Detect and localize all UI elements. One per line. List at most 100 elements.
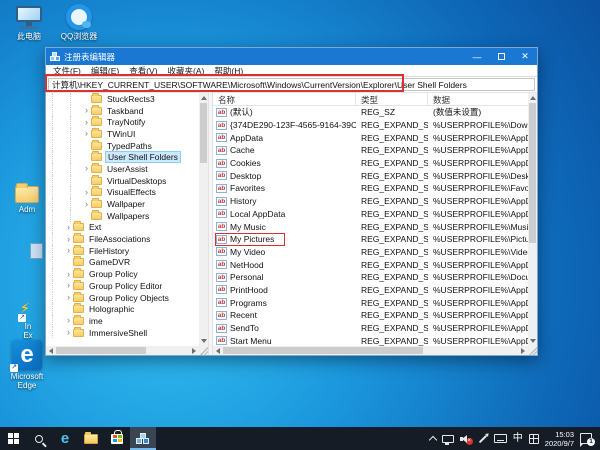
expand-chevron-icon[interactable]: › [64, 328, 73, 337]
title-bar[interactable]: 注册表编辑器 — ✕ [46, 48, 537, 65]
registry-value-row[interactable]: abFavoritesREG_EXPAND_SZ%USERPROFILE%\Fa… [213, 182, 528, 195]
scroll-left-icon[interactable] [49, 348, 53, 354]
tree-item[interactable]: ›Group Policy Editor [46, 280, 199, 292]
menu-item[interactable]: 编辑(E) [88, 65, 126, 77]
expand-chevron-icon[interactable]: › [64, 281, 73, 290]
values-vertical-scrollbar[interactable] [528, 93, 537, 346]
values-horizontal-scrollbar[interactable] [213, 346, 528, 355]
desktop-icon-this-pc[interactable]: 此电脑 [8, 6, 50, 41]
expand-chevron-icon[interactable]: › [82, 106, 91, 115]
taskbar-regedit-button[interactable] [130, 427, 156, 450]
tree-item[interactable]: ›ImmersiveShell [46, 327, 199, 339]
expand-chevron-icon[interactable]: › [64, 223, 73, 232]
scroll-left-icon[interactable] [216, 348, 220, 354]
tree-item[interactable]: Wallpapers [46, 210, 199, 222]
scroll-down-icon[interactable] [530, 339, 536, 343]
taskbar-store-button[interactable] [104, 427, 130, 450]
expand-chevron-icon[interactable]: › [82, 188, 91, 197]
network-display-icon[interactable] [442, 435, 454, 443]
registry-value-row[interactable]: abDesktopREG_EXPAND_SZ%USERPROFILE%\Desk… [213, 169, 528, 182]
tree-item[interactable]: User Shell Folders [46, 151, 199, 163]
expand-chevron-icon[interactable]: › [82, 200, 91, 209]
column-header-type[interactable]: 类型 [356, 93, 428, 105]
desktop-icon-shortcut[interactable]: ↗ In Ex [16, 300, 40, 340]
tree-item[interactable]: ›Group Policy Objects [46, 292, 199, 304]
registry-value-row[interactable]: abHistoryREG_EXPAND_SZ%USERPROFILE%\AppD… [213, 195, 528, 208]
scroll-up-icon[interactable] [530, 96, 536, 100]
ime-mode-indicator[interactable]: 中 [513, 434, 523, 444]
tree-item[interactable]: ›FileAssociations [46, 233, 199, 245]
tree-item[interactable]: StuckRects3 [46, 93, 199, 105]
tree-item[interactable]: ›UserAssist [46, 163, 199, 175]
minimize-button[interactable]: — [465, 48, 489, 65]
registry-value-row[interactable]: abPersonalREG_EXPAND_SZ%USERPROFILE%\Doc… [213, 271, 528, 284]
expand-chevron-icon[interactable]: › [82, 164, 91, 173]
tree-vertical-scrollbar[interactable] [199, 93, 208, 346]
registry-value-row[interactable]: abPrintHoodREG_EXPAND_SZ%USERPROFILE%\Ap… [213, 284, 528, 297]
registry-value-row[interactable]: abSendToREG_EXPAND_SZ%USERPROFILE%\AppDa [213, 322, 528, 335]
scrollbar-thumb[interactable] [200, 103, 207, 163]
expand-chevron-icon[interactable]: › [64, 246, 73, 255]
tree-item[interactable]: TypedPaths [46, 140, 199, 152]
registry-value-row[interactable]: abNetHoodREG_EXPAND_SZ%USERPROFILE%\AppD… [213, 258, 528, 271]
tree-item[interactable]: ›ime [46, 315, 199, 327]
taskbar-file-explorer-button[interactable] [78, 427, 104, 450]
registry-value-row[interactable]: abMy VideoREG_EXPAND_SZ%USERPROFILE%\Vid… [213, 246, 528, 259]
menu-item[interactable]: 查看(V) [126, 65, 164, 77]
close-button[interactable]: ✕ [513, 48, 537, 65]
address-input[interactable]: 计算机\HKEY_CURRENT_USER\SOFTWARE\Microsoft… [48, 78, 535, 91]
tree-item[interactable]: ›Taskband [46, 105, 199, 117]
touch-keyboard-icon[interactable] [494, 434, 507, 443]
desktop-icon-qq-browser[interactable]: QQ浏览器 [56, 4, 102, 41]
registry-value-row[interactable]: abLocal AppDataREG_EXPAND_SZ%USERPROFILE… [213, 208, 528, 221]
search-button[interactable] [26, 427, 52, 450]
expand-chevron-icon[interactable]: › [64, 293, 73, 302]
tree-item[interactable]: ›Ext [46, 222, 199, 234]
scroll-right-icon[interactable] [521, 348, 525, 354]
tree-horizontal-scrollbar[interactable] [46, 346, 199, 355]
tree-item[interactable]: ›Wallpaper [46, 198, 199, 210]
expand-chevron-icon[interactable]: › [64, 270, 73, 279]
registry-value-row[interactable]: ab{374DE290-123F-4565-9164-39C4925...REG… [213, 119, 528, 132]
menu-item[interactable]: 帮助(H) [211, 65, 250, 77]
hidden-icons-chevron-icon[interactable] [429, 436, 437, 444]
volume-muted-icon[interactable]: × [460, 434, 472, 444]
tree-item[interactable]: GameDVR [46, 257, 199, 269]
registry-value-row[interactable]: ab(默认)REG_SZ(数值未设置) [213, 106, 528, 119]
start-button[interactable] [0, 427, 26, 450]
ime-toolbar-icon[interactable] [529, 434, 539, 444]
expand-chevron-icon[interactable]: › [82, 118, 91, 127]
expand-chevron-icon[interactable]: › [64, 235, 73, 244]
registry-value-row[interactable]: abCookiesREG_EXPAND_SZ%USERPROFILE%\AppD… [213, 157, 528, 170]
menu-item[interactable]: 文件(F) [50, 65, 88, 77]
scrollbar-thumb[interactable] [56, 347, 146, 354]
tree-item[interactable]: ›TWinUI [46, 128, 199, 140]
column-header-name[interactable]: 名称 [213, 93, 356, 105]
expand-chevron-icon[interactable]: › [64, 316, 73, 325]
registry-value-row[interactable]: abMy MusicREG_EXPAND_SZ%USERPROFILE%\Mus… [213, 220, 528, 233]
taskbar-edge-button[interactable]: e [52, 427, 78, 450]
column-header-data[interactable]: 数据 [428, 93, 528, 105]
tree-item[interactable]: ›TrayNotify [46, 116, 199, 128]
scrollbar-thumb[interactable] [529, 103, 536, 243]
action-center-icon[interactable]: 1 [580, 433, 592, 444]
registry-value-row[interactable]: abProgramsREG_EXPAND_SZ%USERPROFILE%\App… [213, 296, 528, 309]
scroll-down-icon[interactable] [201, 339, 207, 343]
tree-item[interactable]: ›Group Policy [46, 268, 199, 280]
scroll-up-icon[interactable] [201, 96, 207, 100]
tree-item[interactable]: VirtualDesktops [46, 175, 199, 187]
scroll-right-icon[interactable] [192, 348, 196, 354]
registry-value-row[interactable]: abCacheREG_EXPAND_SZ%USERPROFILE%\AppDa [213, 144, 528, 157]
menu-item[interactable]: 收藏夹(A) [165, 65, 212, 77]
registry-value-row[interactable]: abAppDataREG_EXPAND_SZ%USERPROFILE%\AppD… [213, 131, 528, 144]
pen-input-icon[interactable] [479, 434, 487, 442]
tree-item[interactable]: ›FileHistory [46, 245, 199, 257]
tree-item[interactable]: Holographic [46, 303, 199, 315]
taskbar-clock[interactable]: 15:03 2020/9/7 [545, 430, 574, 448]
desktop-icon-user-folder[interactable]: Adm [10, 186, 44, 214]
scrollbar-thumb[interactable] [223, 347, 423, 354]
desktop-icon-microsoft-edge[interactable]: e↗ Microsoft Edge [4, 340, 50, 390]
maximize-button[interactable] [489, 48, 513, 65]
registry-value-row[interactable]: abMy PicturesREG_EXPAND_SZ%USERPROFILE%\… [213, 233, 528, 246]
expand-chevron-icon[interactable]: › [82, 129, 91, 138]
